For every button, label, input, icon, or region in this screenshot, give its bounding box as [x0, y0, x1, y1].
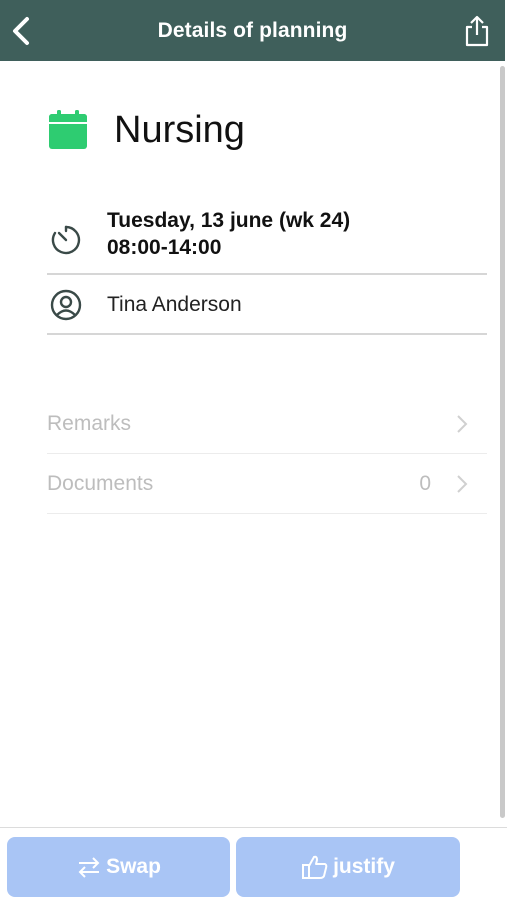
swap-icon — [78, 857, 100, 878]
share-button[interactable] — [461, 14, 493, 48]
remarks-row[interactable]: Remarks — [47, 394, 487, 454]
documents-label: Documents — [47, 472, 154, 495]
remarks-label: Remarks — [47, 412, 132, 435]
chevron-left-icon — [13, 17, 29, 45]
documents-count: 0 — [419, 472, 431, 495]
page-title: Details of planning — [157, 18, 348, 42]
clock-icon — [51, 225, 81, 255]
share-icon — [465, 15, 489, 47]
activity-name: Nursing — [114, 108, 245, 151]
swap-button[interactable]: Swap — [7, 837, 230, 897]
back-button[interactable] — [6, 14, 36, 48]
shift-time: 08:00-14:00 — [107, 236, 222, 259]
assigned-person: Tina Anderson — [47, 275, 487, 335]
user-circle-icon — [50, 289, 82, 321]
justify-button[interactable]: justify — [236, 837, 460, 897]
person-name: Tina Anderson — [107, 293, 242, 316]
scrollbar[interactable] — [500, 66, 505, 818]
chevron-right-icon — [457, 415, 468, 433]
activity-title-row: Nursing — [48, 108, 245, 152]
shift-date: Tuesday, 13 june (wk 24) — [107, 209, 351, 232]
documents-row[interactable]: Documents 0 — [47, 454, 487, 514]
justify-label: justify — [333, 855, 395, 878]
swap-label: Swap — [106, 855, 161, 878]
chevron-right-icon — [457, 475, 468, 493]
calendar-icon — [49, 110, 87, 149]
thumbs-up-icon — [302, 855, 328, 879]
footer-divider — [0, 827, 507, 828]
app-header: Details of planning — [0, 0, 505, 61]
shift-info: Tuesday, 13 june (wk 24) 08:00-14:00 — [47, 200, 487, 275]
